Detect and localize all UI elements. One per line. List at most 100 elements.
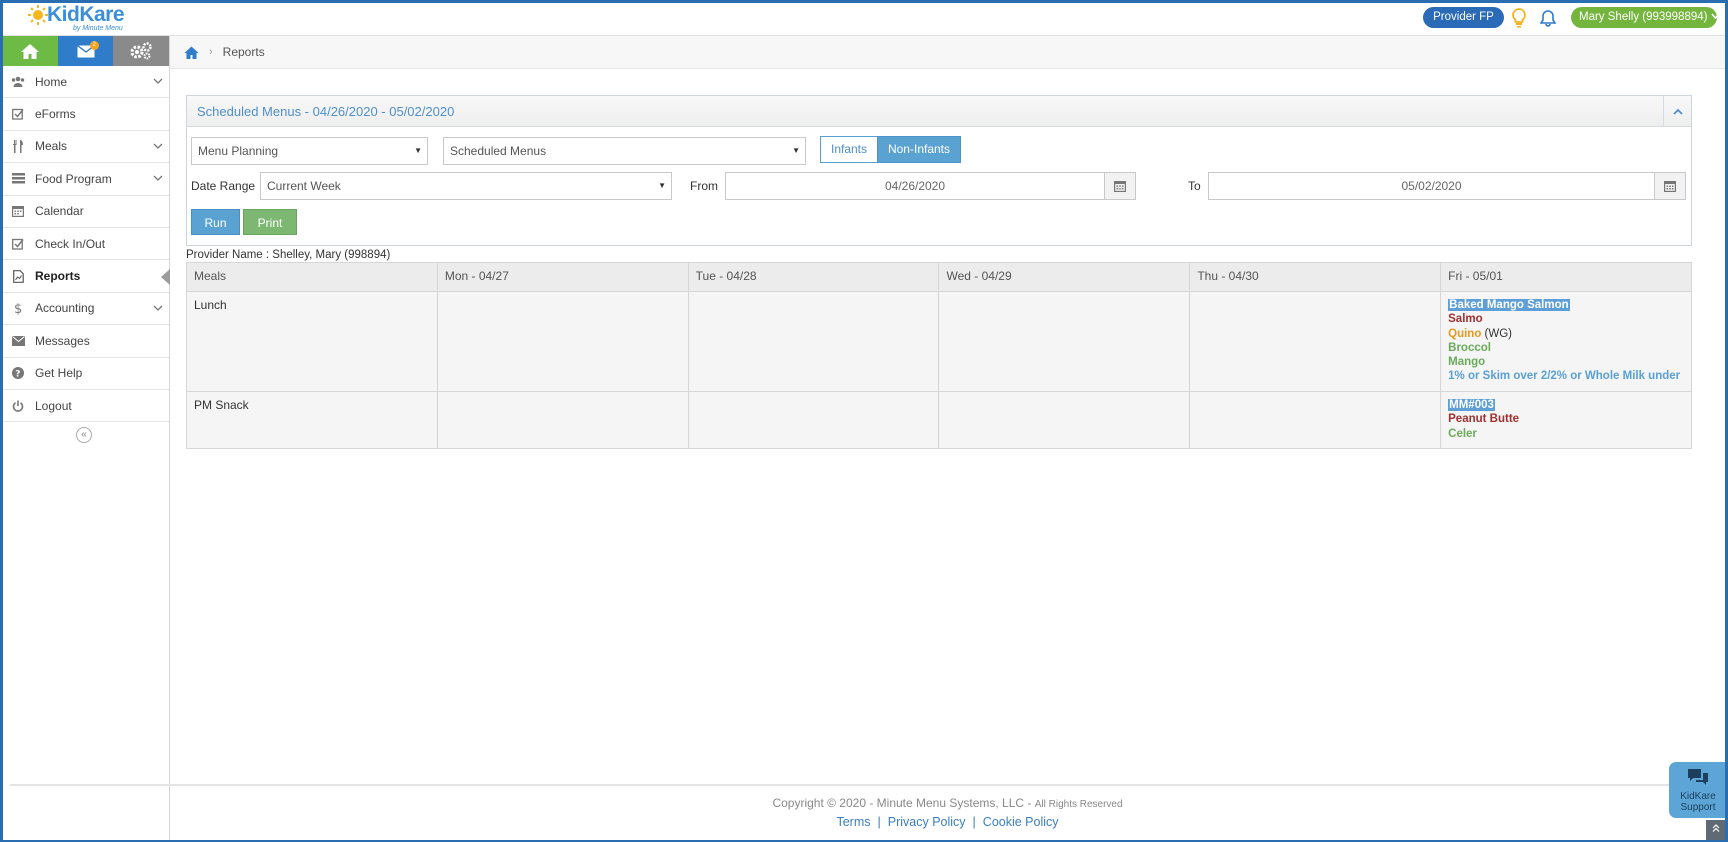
gears-icon [130,42,152,60]
to-calendar-button[interactable] [1654,172,1686,200]
cookie-policy-link[interactable]: Cookie Policy [983,815,1059,829]
menu-cell[interactable] [687,391,940,449]
sidebar-item-food-program[interactable]: Food Program [3,163,169,196]
terms-link[interactable]: Terms [836,815,870,829]
report-category-select[interactable]: Menu Planning ▼ [191,137,428,165]
report-panel-header: Scheduled Menus - 04/26/2020 - 05/02/202… [187,96,1691,127]
sidebar-item-label: Meals [35,139,68,154]
infants-toggle-button[interactable]: Infants [820,136,878,163]
mail-tab-button[interactable]: 2 [57,36,114,66]
kidkare-support-button[interactable]: KidKare Support [1669,762,1727,818]
chevron-down-icon [153,175,163,182]
check-square-icon [11,237,25,251]
footer-links: Terms | Privacy Policy | Cookie Policy [170,815,1725,829]
report-type-value: Scheduled Menus [450,144,547,158]
menu-title[interactable]: Baked Mango Salmon [1448,298,1684,312]
print-button[interactable]: Print [243,209,297,235]
sidebar-item-label: eForms [35,107,76,122]
check-square-icon [11,107,25,121]
caret-down-icon: ▼ [792,146,800,155]
menu-cell[interactable] [938,291,1191,392]
from-calendar-button[interactable] [1104,172,1136,200]
user-menu-button[interactable]: Mary Shelly (993998894) [1571,7,1720,28]
table-row: Lunch Baked Mango Salmon Salmo Quino (WG… [186,291,1692,392]
food-item: Quino (WG) [1448,327,1684,341]
power-icon [11,399,25,413]
report-category-value: Menu Planning [198,144,279,158]
sidebar-item-label: Food Program [35,171,112,186]
sidebar-item-meals[interactable]: Meals [3,131,169,164]
column-header: Thu - 04/30 [1189,262,1442,292]
sidebar-item-calendar[interactable]: Calendar [3,196,169,228]
caret-down-icon: ▼ [658,181,666,190]
double-chevron-up-icon [1712,824,1720,832]
chevron-up-icon [1672,108,1683,115]
calendar-icon [1664,181,1676,192]
provider-name-line: Provider Name : Shelley, Mary (998894) [186,249,391,261]
sidebar-item-get-help[interactable]: ? Get Help [3,358,169,390]
link-separator: | [877,815,881,829]
report-type-select[interactable]: Scheduled Menus ▼ [443,137,806,165]
report-title: Scheduled Menus - 04/26/2020 - 05/02/202… [197,104,455,119]
question-icon: ? [11,366,25,380]
privacy-policy-link[interactable]: Privacy Policy [888,815,966,829]
brand-tagline: by Minute Menu [73,25,123,32]
date-range-label: Date Range [191,179,256,193]
chevron-down-icon [153,78,163,84]
column-header: Meals [186,262,438,292]
run-button[interactable]: Run [191,209,240,235]
provider-fp-button[interactable]: Provider FP [1423,7,1504,28]
menu-cell[interactable] [1189,291,1442,392]
sidebar: 2 Home eForms Meals Food Program Calenda… [3,36,170,842]
scroll-to-top-button[interactable] [1706,820,1726,840]
menu-cell[interactable]: MM#003 Peanut Butte Celer [1440,391,1692,449]
sidebar-item-label: Accounting [35,301,95,316]
calendar-icon [11,204,25,218]
sidebar-icon-bar: 2 [3,36,170,66]
sidebar-item-logout[interactable]: Logout [3,390,169,423]
rights-reserved: All Rights Reserved [1034,799,1123,810]
report-panel: Scheduled Menus - 04/26/2020 - 05/02/202… [186,95,1692,246]
lightbulb-icon[interactable] [1511,8,1527,28]
whole-grain-tag: (WG) [1481,327,1513,340]
home-tab-button[interactable] [3,36,58,66]
meal-name-cell: Lunch [186,291,438,392]
sidebar-item-eforms[interactable]: eForms [3,98,169,131]
sidebar-item-home[interactable]: Home [3,66,169,99]
menu-cell[interactable] [687,291,940,392]
non-infants-toggle-button[interactable]: Non-Infants [877,136,961,163]
from-date-input[interactable]: 04/26/2020 [725,172,1105,200]
date-range-select[interactable]: Current Week ▼ [260,172,672,200]
column-header: Tue - 04/28 [687,262,940,292]
menu-cell[interactable]: Baked Mango Salmon Salmo Quino (WG) Broc… [1440,291,1692,392]
copyright-text: Copyright © 2020 - Minute Menu Systems, … [170,796,1725,810]
to-date-input[interactable]: 05/02/2020 [1208,172,1655,200]
users-icon [11,75,25,89]
kidkare-logo[interactable]: KidKare by Minute Menu [26,2,136,34]
menu-cell[interactable] [1189,391,1442,449]
svg-text:$: $ [14,302,22,315]
menu-cell[interactable] [436,391,689,449]
panel-collapse-button[interactable] [1663,96,1691,126]
date-range-value: Current Week [267,179,341,193]
menu-cell[interactable] [436,291,689,392]
table-row: PM Snack MM#003 Peanut Butte Celer [186,391,1692,449]
link-separator: | [972,815,976,829]
bell-icon[interactable] [1540,9,1556,27]
breadcrumb: › Reports [170,36,1725,69]
sidebar-item-accounting[interactable]: $ Accounting [3,293,169,326]
sidebar-item-reports[interactable]: Reports [3,260,170,293]
sidebar-collapse-button[interactable]: « [76,427,92,443]
settings-tab-button[interactable] [113,36,170,66]
from-label: From [690,179,718,193]
menu-title[interactable]: MM#003 [1448,398,1684,412]
sidebar-item-messages[interactable]: Messages [3,325,169,358]
menu-cell[interactable] [938,391,1191,449]
menu-title-text: Baked Mango Salmon [1448,299,1570,311]
sidebar-item-check-in-out[interactable]: Check In/Out [3,228,169,261]
report-icon [11,269,25,283]
svg-text:?: ? [15,370,20,380]
chevron-down-icon [153,305,163,311]
home-icon[interactable] [184,46,199,59]
food-item: 1% or Skim over 2/2% or Whole Milk under [1448,370,1681,383]
